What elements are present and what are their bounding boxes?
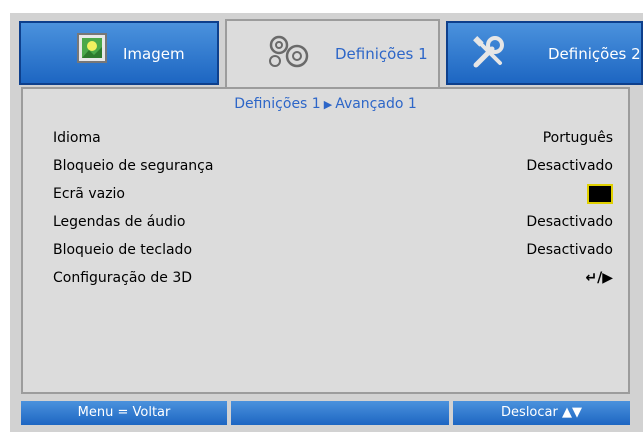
menu-item-idioma[interactable]: Idioma Português bbox=[53, 125, 613, 153]
menu-item-value: Desactivado bbox=[526, 158, 613, 174]
breadcrumb-current: Avançado 1 bbox=[335, 96, 417, 112]
menu-item-configuracao-3d[interactable]: Configuração de 3D ↵/▶ bbox=[53, 265, 613, 293]
tools-icon bbox=[470, 35, 506, 75]
footer-middle bbox=[231, 401, 449, 425]
menu-item-bloqueio-seguranca[interactable]: Bloqueio de segurança Desactivado bbox=[53, 153, 613, 181]
menu-item-label: Bloqueio de teclado bbox=[53, 242, 193, 258]
tab-imagem[interactable]: Imagem bbox=[19, 21, 219, 85]
menu-item-bloqueio-teclado[interactable]: Bloqueio de teclado Desactivado bbox=[53, 237, 613, 265]
osd-menu: Imagem Definições 1 Definições 2 Definiç… bbox=[10, 13, 643, 432]
tab-definicoes-1-label: Definições 1 bbox=[335, 45, 428, 63]
tab-imagem-label: Imagem bbox=[123, 45, 185, 63]
menu-item-label: Bloqueio de segurança bbox=[53, 158, 214, 174]
breadcrumb-parent: Definições 1 bbox=[234, 96, 321, 112]
menu-item-legendas-audio[interactable]: Legendas de áudio Desactivado bbox=[53, 209, 613, 237]
menu-item-label: Configuração de 3D bbox=[53, 270, 193, 286]
menu-item-label: Legendas de áudio bbox=[53, 214, 186, 230]
menu-item-label: Ecrã vazio bbox=[53, 186, 125, 202]
footer-back-hint: Menu = Voltar bbox=[21, 401, 227, 425]
menu-item-value: Português bbox=[542, 130, 613, 146]
footer-bar: Menu = Voltar Deslocar ▲▼ bbox=[21, 401, 630, 425]
blank-screen-color-swatch[interactable] bbox=[587, 184, 613, 204]
menu-item-ecra-vazio[interactable]: Ecrã vazio bbox=[53, 181, 613, 209]
menu-item-value: Desactivado bbox=[526, 214, 613, 230]
enter-arrow-icon: ↵/▶ bbox=[585, 270, 613, 286]
tab-definicoes-2[interactable]: Definições 2 bbox=[446, 21, 643, 85]
menu-item-value: Desactivado bbox=[526, 242, 613, 258]
breadcrumb-arrow-icon: ▶ bbox=[323, 98, 333, 111]
image-icon bbox=[77, 33, 107, 67]
gears-icon bbox=[267, 33, 311, 73]
settings-list: Idioma Português Bloqueio de segurança D… bbox=[53, 125, 613, 293]
settings-panel: Definições 1 ▶ Avançado 1 Idioma Português… bbox=[21, 87, 630, 394]
menu-item-label: Idioma bbox=[53, 130, 101, 146]
tab-definicoes-2-label: Definições 2 bbox=[548, 45, 641, 63]
tab-definicoes-1[interactable]: Definições 1 bbox=[225, 19, 440, 87]
breadcrumb: Definições 1 ▶ Avançado 1 bbox=[23, 96, 628, 112]
footer-scroll-hint: Deslocar ▲▼ bbox=[453, 401, 630, 425]
